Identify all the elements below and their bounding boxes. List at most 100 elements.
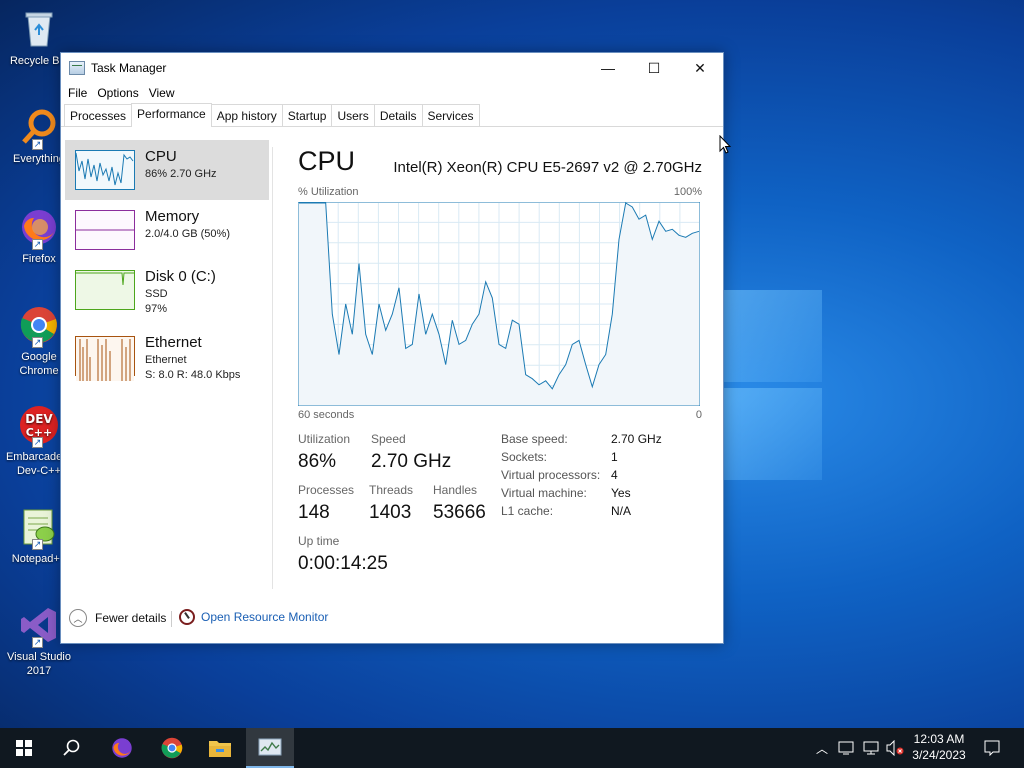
sidebar-disk-type: SSD [145, 288, 168, 300]
window-title: Task Manager [91, 61, 167, 75]
tab-processes[interactable]: Processes [64, 104, 133, 126]
action-center-button[interactable] [980, 728, 1004, 768]
sidebar-disk-usage: 97% [145, 303, 168, 315]
sidebar-ethernet-title: Ethernet [145, 334, 202, 351]
time-axis-label: 60 seconds [298, 409, 355, 421]
tab-performance[interactable]: Performance [131, 103, 212, 127]
sidebar-memory-detail: 2.0/4.0 GB (50%) [145, 228, 230, 240]
menu-view[interactable]: View [144, 86, 180, 100]
sidebar-disk-title: Disk 0 (C:) [145, 268, 216, 285]
firefox-icon [112, 738, 132, 758]
tab-details[interactable]: Details [373, 104, 423, 126]
firefox-icon: ↗ [18, 206, 60, 250]
taskbar-search-button[interactable] [48, 728, 96, 768]
fewer-details-button[interactable]: ︿ Fewer details [69, 609, 166, 627]
cpu-utilization-graph [298, 202, 700, 406]
taskbar-chrome[interactable] [148, 728, 196, 768]
start-button[interactable] [0, 728, 48, 768]
network-icon [863, 741, 879, 755]
search-icon [63, 739, 80, 756]
sidebar-cpu-title: CPU [145, 148, 177, 165]
threads-value: 1403 [369, 502, 412, 523]
sidebar-divider [272, 147, 273, 589]
taskbar-firefox[interactable] [98, 728, 146, 768]
tray-monitor-icon [838, 741, 854, 755]
task-manager-window: Task Manager — ☐ ✕ File Options View Pro… [60, 52, 724, 644]
sidebar-cpu-detail: 86% 2.70 GHz [145, 168, 217, 180]
file-explorer-icon [209, 741, 231, 757]
stat-utilization: Utilization 86% [298, 432, 351, 472]
sidebar-ethernet-throughput: S: 8.0 R: 48.0 Kbps [145, 369, 241, 381]
time-axis-zero: 0 [695, 409, 702, 421]
menu-file[interactable]: File [63, 86, 92, 100]
stat-processes: Processes 148 [298, 483, 355, 523]
page-title: CPU [298, 146, 356, 176]
clock-time: 12:03 AM [913, 732, 965, 746]
performance-sidebar: CPU 86% 2.70 GHz Memory 2.0/4.0 GB (50%)… [61, 140, 271, 580]
handles-value: 53666 [433, 502, 486, 523]
cpu-thumbnail-graph [75, 150, 135, 190]
menu-bar: File Options View [61, 83, 723, 103]
svg-text:DEV: DEV [25, 412, 53, 426]
tab-app-history[interactable]: App history [210, 104, 283, 126]
network-status[interactable] [860, 728, 882, 768]
taskbar: ︿ 12:03 AM 3/24/2023 [0, 728, 1024, 768]
property-row: Base speed: 2.70 GHz [501, 432, 662, 446]
mouse-cursor-icon [719, 135, 731, 154]
sidebar-item-cpu[interactable]: CPU 86% 2.70 GHz [65, 140, 269, 200]
resource-monitor-label: Open Resource Monitor [201, 610, 329, 624]
chevron-up-icon: ︿ [69, 609, 87, 627]
utilization-axis-max: 100% [673, 186, 702, 198]
tab-bar: Processes Performance App history Startu… [61, 103, 723, 127]
speed-value: 2.70 GHz [371, 451, 452, 472]
maximize-button[interactable]: ☐ [631, 53, 677, 83]
windows-desktop-logo [722, 290, 822, 485]
stat-speed: Speed 2.70 GHz [371, 432, 452, 472]
property-row: Virtual machine: Yes [501, 486, 631, 500]
volume-muted-icon [886, 740, 904, 756]
stat-uptime: Up time 0:00:14:25 [298, 534, 388, 574]
notification-icon [984, 740, 1000, 756]
chrome-icon: ↗ [18, 304, 60, 348]
property-row: L1 cache: N/A [501, 504, 632, 518]
notepadpp-icon: ↗ [18, 506, 60, 550]
fewer-details-label: Fewer details [95, 611, 167, 625]
cpu-properties: Base speed: 2.70 GHz Sockets: 1 Virtual pr… [501, 432, 662, 522]
clock-date: 3/24/2023 [912, 748, 966, 762]
tray-app-icon[interactable] [836, 728, 856, 768]
sidebar-item-ethernet[interactable]: Ethernet Ethernet S: 8.0 R: 48.0 Kbps [65, 326, 269, 386]
sidebar-ethernet-adapter: Ethernet [145, 354, 187, 366]
system-clock[interactable]: 12:03 AM 3/24/2023 [905, 731, 973, 763]
devcpp-icon: DEV C++ ↗ [18, 404, 60, 448]
processes-value: 148 [298, 502, 330, 523]
utilization-axis-label: % Utilization [298, 186, 359, 198]
utilization-value: 86% [298, 451, 337, 472]
tab-services[interactable]: Services [421, 104, 480, 126]
sidebar-item-disk[interactable]: Disk 0 (C:) SSD 97% [65, 260, 269, 320]
menu-options[interactable]: Options [92, 86, 143, 100]
sidebar-memory-title: Memory [145, 208, 200, 225]
everything-search-icon: ↗ [18, 106, 60, 150]
taskbar-file-explorer[interactable] [196, 728, 244, 768]
stat-threads: Threads 1403 [369, 483, 414, 523]
property-row: Virtual processors: 4 [501, 468, 618, 482]
minimize-button[interactable]: — [585, 53, 631, 83]
tab-startup[interactable]: Startup [281, 104, 333, 126]
sidebar-item-memory[interactable]: Memory 2.0/4.0 GB (50%) [65, 200, 269, 260]
open-resource-monitor-link[interactable]: Open Resource Monitor [179, 609, 328, 625]
cpu-detail-panel: CPU Intel(R) Xeon(R) CPU E5-2697 v2 @ 2.… [298, 146, 702, 586]
task-manager-icon [69, 61, 85, 75]
close-button[interactable]: ✕ [677, 53, 723, 83]
tab-users[interactable]: Users [331, 104, 375, 126]
show-hidden-icons[interactable]: ︿ [812, 728, 832, 768]
start-icon [16, 740, 32, 756]
title-bar[interactable]: Task Manager — ☐ ✕ [61, 53, 723, 83]
memory-thumbnail-graph [75, 210, 135, 250]
volume-control[interactable] [884, 728, 906, 768]
footer: ︿ Fewer details Open Resource Monitor [61, 597, 723, 643]
cpu-model-name: Intel(R) Xeon(R) CPU E5-2697 v2 @ 2.70GH… [393, 159, 702, 176]
resource-monitor-icon [179, 609, 195, 625]
property-row: Sockets: 1 [501, 450, 618, 464]
ethernet-thumbnail-graph [75, 336, 135, 381]
taskbar-task-manager[interactable] [246, 728, 294, 768]
